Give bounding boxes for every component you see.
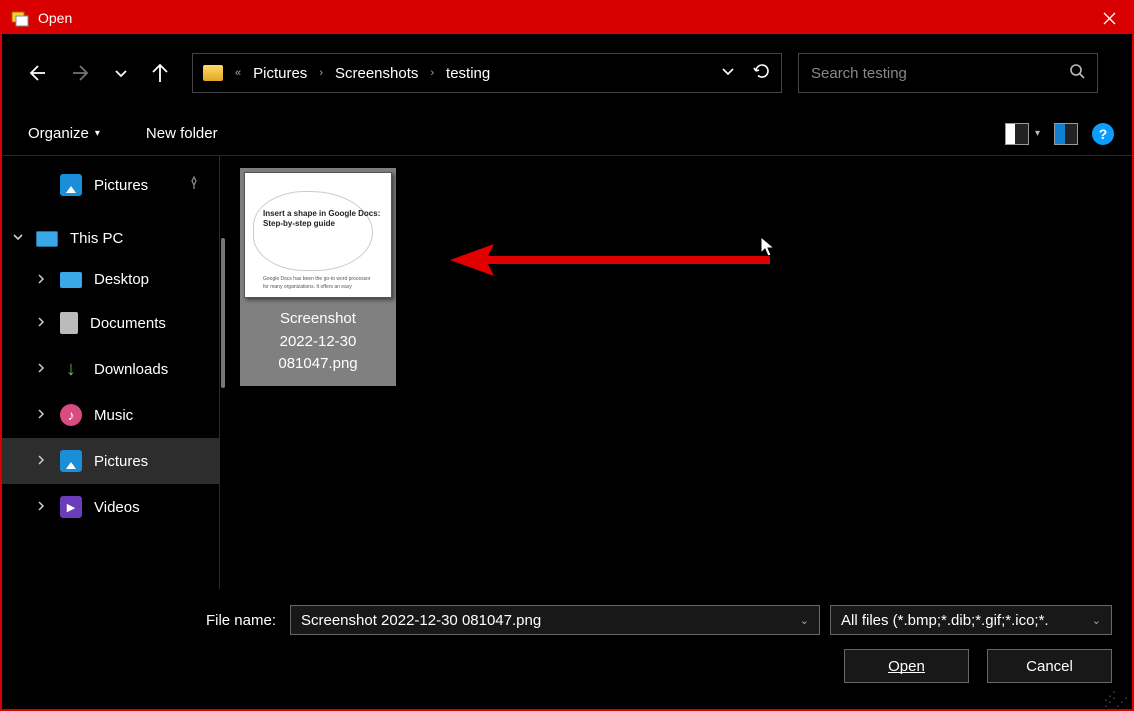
- organize-button[interactable]: Organize ▾: [20, 121, 108, 146]
- chevron-down-icon: ▾: [1035, 128, 1040, 139]
- nav-area: « Pictures › Screenshots › testing Searc…: [2, 34, 1132, 112]
- view-mode-button[interactable]: ▾: [1005, 123, 1040, 145]
- sidebar-music[interactable]: ♪ Music: [2, 392, 219, 438]
- file-name-label: File name:: [206, 612, 276, 629]
- file-thumbnail: Insert a shape in Google Docs:Step-by-st…: [244, 172, 392, 298]
- sidebar-this-pc[interactable]: This PC: [2, 218, 219, 259]
- chevron-right-icon: [36, 454, 46, 468]
- pictures-icon: [60, 450, 82, 472]
- breadcrumb-sep-icon: ›: [430, 67, 434, 79]
- sidebar-pictures[interactable]: Pictures: [2, 438, 219, 484]
- file-item-selected[interactable]: Insert a shape in Google Docs:Step-by-st…: [240, 168, 396, 386]
- open-button[interactable]: Open: [844, 649, 969, 683]
- preview-pane-button[interactable]: [1054, 123, 1078, 145]
- help-button[interactable]: ?: [1092, 123, 1114, 145]
- chevron-right-icon: [36, 408, 46, 422]
- chevron-down-icon: [12, 231, 24, 246]
- search-icon: [1069, 63, 1085, 83]
- resize-grip[interactable]: ⋰⋰⋰: [1104, 693, 1128, 705]
- chevron-right-icon: [36, 362, 46, 376]
- recent-dropdown[interactable]: [108, 53, 134, 93]
- desktop-icon: [60, 272, 82, 288]
- file-name-line2: 2022-12-30: [244, 331, 392, 354]
- breadcrumb-testing[interactable]: testing: [446, 65, 490, 82]
- sidebar: Pictures This PC Desktop: [2, 156, 220, 589]
- address-bar[interactable]: « Pictures › Screenshots › testing: [192, 53, 782, 93]
- breadcrumb-sep-icon: ›: [319, 67, 323, 79]
- toolbar: Organize ▾ New folder ▾ ?: [2, 112, 1132, 156]
- cursor-icon: [760, 236, 778, 264]
- address-dropdown-icon[interactable]: [721, 64, 735, 82]
- chevron-right-icon: [36, 273, 46, 287]
- window-title: Open: [38, 10, 72, 26]
- chevron-down-icon: ▾: [95, 128, 100, 139]
- downloads-icon: ↓: [60, 358, 82, 380]
- chevron-down-icon[interactable]: ⌄: [800, 614, 809, 627]
- search-placeholder: Search testing: [811, 65, 907, 82]
- file-name-line3: 081047.png: [244, 353, 392, 376]
- title-bar: Open: [2, 2, 1132, 34]
- breadcrumb-overflow: «: [235, 67, 241, 79]
- this-pc-icon: [36, 231, 58, 247]
- app-icon: [10, 8, 30, 28]
- close-button[interactable]: [1086, 2, 1132, 34]
- forward-button[interactable]: [62, 53, 102, 93]
- sidebar-quick-pictures[interactable]: Pictures: [2, 162, 219, 208]
- pictures-icon: [60, 174, 82, 196]
- sidebar-desktop[interactable]: Desktop: [2, 259, 219, 300]
- breadcrumb-pictures[interactable]: Pictures: [253, 65, 307, 82]
- chevron-right-icon: [36, 316, 46, 330]
- refresh-button[interactable]: [753, 62, 771, 84]
- open-dialog-window: Open « Pictures › Screenshots › testing: [0, 0, 1134, 711]
- search-input[interactable]: Search testing: [798, 53, 1098, 93]
- sidebar-videos[interactable]: ▶ Videos: [2, 484, 219, 530]
- breadcrumb-screenshots[interactable]: Screenshots: [335, 65, 418, 82]
- new-folder-button[interactable]: New folder: [138, 121, 226, 146]
- documents-icon: [60, 312, 78, 334]
- file-name-line1: Screenshot: [244, 308, 392, 331]
- up-button[interactable]: [140, 53, 180, 93]
- file-type-select[interactable]: All files (*.bmp;*.dib;*.gif;*.ico;*. ⌄: [830, 605, 1112, 635]
- back-button[interactable]: [16, 53, 56, 93]
- sidebar-downloads[interactable]: ↓ Downloads: [2, 346, 219, 392]
- main-area: Pictures This PC Desktop: [2, 156, 1132, 589]
- chevron-right-icon: [36, 500, 46, 514]
- pin-icon: [187, 176, 201, 194]
- dialog-bottom: File name: Screenshot 2022-12-30 081047.…: [2, 589, 1132, 709]
- annotation-arrow: [410, 240, 810, 280]
- videos-icon: ▶: [60, 496, 82, 518]
- folder-icon: [203, 65, 223, 81]
- music-icon: ♪: [60, 404, 82, 426]
- sidebar-documents[interactable]: Documents: [2, 300, 219, 346]
- cancel-button[interactable]: Cancel: [987, 649, 1112, 683]
- file-name-input[interactable]: Screenshot 2022-12-30 081047.png ⌄: [290, 605, 820, 635]
- chevron-down-icon: ⌄: [1092, 614, 1101, 627]
- file-list[interactable]: Insert a shape in Google Docs:Step-by-st…: [220, 156, 1132, 589]
- view-icon: [1005, 123, 1029, 145]
